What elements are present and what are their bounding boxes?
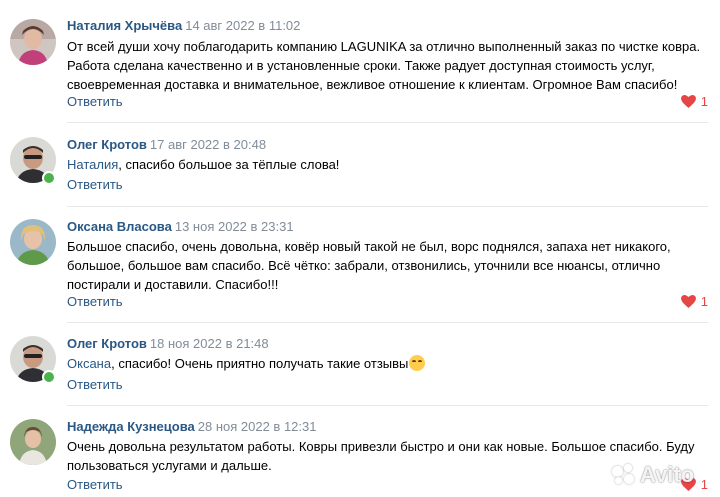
watermark-text: Avito — [640, 462, 695, 487]
divider — [67, 322, 708, 323]
comment-text: От всей души хочу поблагодарить компанию… — [67, 39, 701, 92]
comment-date[interactable]: 28 ноя 2022 в 12:31 — [198, 419, 317, 434]
comment-header: Надежда Кузнецова 28 ноя 2022 в 12:31 — [67, 419, 316, 435]
comment-text: Наталия, спасибо большое за тёплые слова… — [67, 155, 712, 174]
mention-link[interactable]: Наталия — [67, 157, 118, 172]
avito-watermark: Avito — [612, 462, 694, 488]
smiling-face-icon — [409, 355, 426, 371]
like-button[interactable]: 1 — [680, 94, 708, 109]
reply-button[interactable]: Ответить — [67, 377, 123, 393]
comment-text: Оксана, спасибо! Очень приятно получать … — [67, 354, 712, 373]
author-name[interactable]: Олег Кротов — [67, 137, 147, 152]
comment-header: Олег Кротов 17 авг 2022 в 20:48 — [67, 137, 266, 153]
comment-date[interactable]: 18 ноя 2022 в 21:48 — [150, 336, 269, 351]
avatar[interactable] — [10, 419, 56, 465]
comment-header: Олег Кротов 18 ноя 2022 в 21:48 — [67, 336, 269, 352]
comment-header: Оксана Власова 13 ноя 2022 в 23:31 — [67, 219, 294, 235]
author-name[interactable]: Оксана Власова — [67, 219, 172, 234]
comment-body: , спасибо! Очень приятно получать такие … — [111, 356, 409, 371]
avito-logo-icon — [612, 464, 636, 486]
comment-text: Большое спасибо, очень довольна, ковёр н… — [67, 239, 671, 292]
heart-icon — [680, 295, 696, 308]
avatar[interactable] — [10, 19, 56, 65]
reply-button[interactable]: Ответить — [67, 477, 123, 493]
online-indicator — [42, 370, 56, 384]
avatar[interactable] — [10, 219, 56, 265]
divider — [67, 206, 708, 207]
like-count: 1 — [700, 294, 708, 309]
author-name[interactable]: Олег Кротов — [67, 336, 147, 351]
mention-link[interactable]: Оксана — [67, 356, 111, 371]
author-name[interactable]: Надежда Кузнецова — [67, 419, 195, 434]
reply-button[interactable]: Ответить — [67, 177, 123, 193]
comment-date[interactable]: 14 авг 2022 в 11:02 — [185, 18, 300, 33]
comment-header: Наталия Хрычёва 14 авг 2022 в 11:02 — [67, 18, 300, 34]
reply-button[interactable]: Ответить — [67, 94, 123, 110]
divider — [67, 405, 708, 406]
comment-date[interactable]: 13 ноя 2022 в 23:31 — [175, 219, 294, 234]
comment-body: , спасибо большое за тёплые слова! — [118, 157, 340, 172]
divider — [67, 122, 708, 123]
like-count: 1 — [700, 477, 708, 492]
online-indicator — [42, 171, 56, 185]
comment-date[interactable]: 17 авг 2022 в 20:48 — [150, 137, 266, 152]
like-count: 1 — [700, 94, 708, 109]
heart-icon — [680, 95, 696, 108]
author-name[interactable]: Наталия Хрычёва — [67, 18, 182, 33]
reply-button[interactable]: Ответить — [67, 294, 123, 310]
like-button[interactable]: 1 — [680, 294, 708, 309]
